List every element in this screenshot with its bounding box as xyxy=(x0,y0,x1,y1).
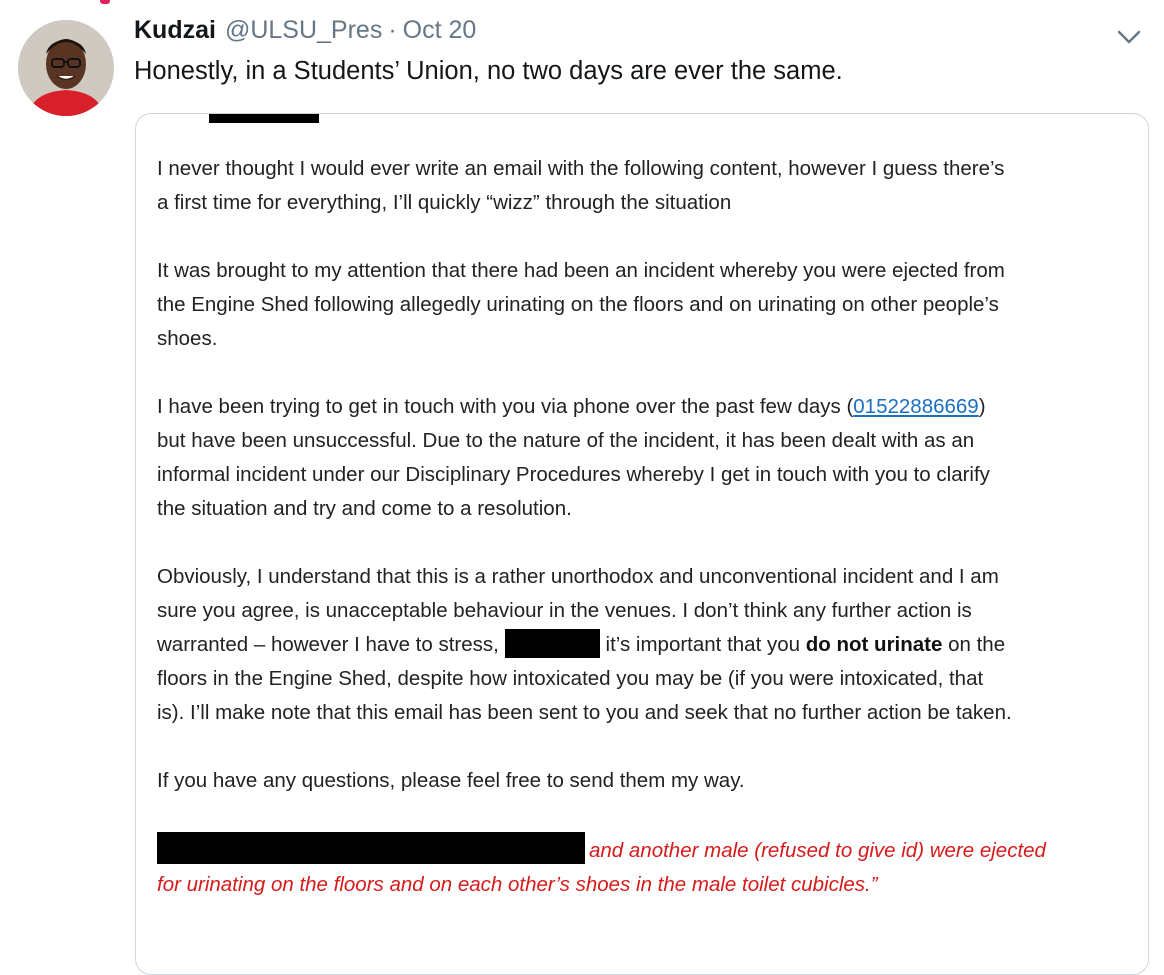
separator: · xyxy=(388,16,397,44)
attached-image[interactable]: I never thought I would ever write an em… xyxy=(135,113,1149,975)
author-name[interactable]: Kudzai xyxy=(134,16,216,45)
email-line: a first time for everything, I’ll quickl… xyxy=(157,191,732,214)
redaction-bar xyxy=(209,114,319,123)
tweet-text: Honestly, in a Students’ Union, no two d… xyxy=(134,57,843,85)
incident-quote: and another male (refused to give id) we… xyxy=(157,832,1142,902)
avatar[interactable] xyxy=(18,20,114,116)
email-line: I have been trying to get in touch with … xyxy=(157,390,1142,424)
author-handle[interactable]: @ULSU_Pres xyxy=(225,16,382,45)
email-line: shoes. xyxy=(157,327,218,350)
previous-tweet-like-marker xyxy=(100,0,110,4)
email-paragraph: If you have any questions, please feel f… xyxy=(157,764,1142,798)
email-paragraph: It was brought to my attention that ther… xyxy=(157,254,1142,356)
redaction-bar xyxy=(157,832,585,864)
tweet-date[interactable]: Oct 20 xyxy=(403,16,477,45)
email-line: floors in the Engine Shed, despite how i… xyxy=(157,667,984,690)
email-line: the Engine Shed following allegedly urin… xyxy=(157,293,999,316)
email-line: but have been unsuccessful. Due to the n… xyxy=(157,429,975,452)
chevron-down-icon[interactable] xyxy=(1116,28,1142,46)
email-line: I never thought I would ever write an em… xyxy=(157,157,1005,180)
quote-text: and another male (refused to give id) we… xyxy=(589,839,1046,862)
email-line: the situation and try and come to a reso… xyxy=(157,497,572,520)
quote-line: for urinating on the floors and on each … xyxy=(157,873,878,896)
email-line: sure you agree, is unacceptable behaviou… xyxy=(157,599,972,622)
email-line: is). I’ll make note that this email has … xyxy=(157,701,1012,724)
email-paragraph: I have been trying to get in touch with … xyxy=(157,390,1142,526)
emphasis-text: do not urinate xyxy=(805,633,943,656)
quote-line: and another male (refused to give id) we… xyxy=(157,832,1142,868)
tweet-header: Kudzai @ULSU_Pres · Oct 20 xyxy=(134,16,1144,50)
email-paragraph: Obviously, I understand that this is a r… xyxy=(157,560,1142,730)
email-text: on the xyxy=(948,633,1006,656)
redaction-bar xyxy=(504,629,600,658)
email-text: warranted – however I have to stress, xyxy=(157,633,499,656)
email-line: If you have any questions, please feel f… xyxy=(157,769,745,792)
profile-photo xyxy=(18,20,114,116)
email-line: It was brought to my attention that ther… xyxy=(157,259,1005,282)
email-line: Obviously, I understand that this is a r… xyxy=(157,565,999,588)
email-screenshot: I never thought I would ever write an em… xyxy=(157,152,1142,936)
email-text: ) xyxy=(978,395,986,418)
phone-link: 01522886669 xyxy=(853,395,979,418)
email-text: it’s important that you xyxy=(605,633,801,656)
email-paragraph: I never thought I would ever write an em… xyxy=(157,152,1142,220)
email-line: informal incident under our Disciplinary… xyxy=(157,463,990,486)
email-text: I have been trying to get in touch with … xyxy=(157,395,854,418)
email-line: warranted – however I have to stress, it… xyxy=(157,628,1142,662)
